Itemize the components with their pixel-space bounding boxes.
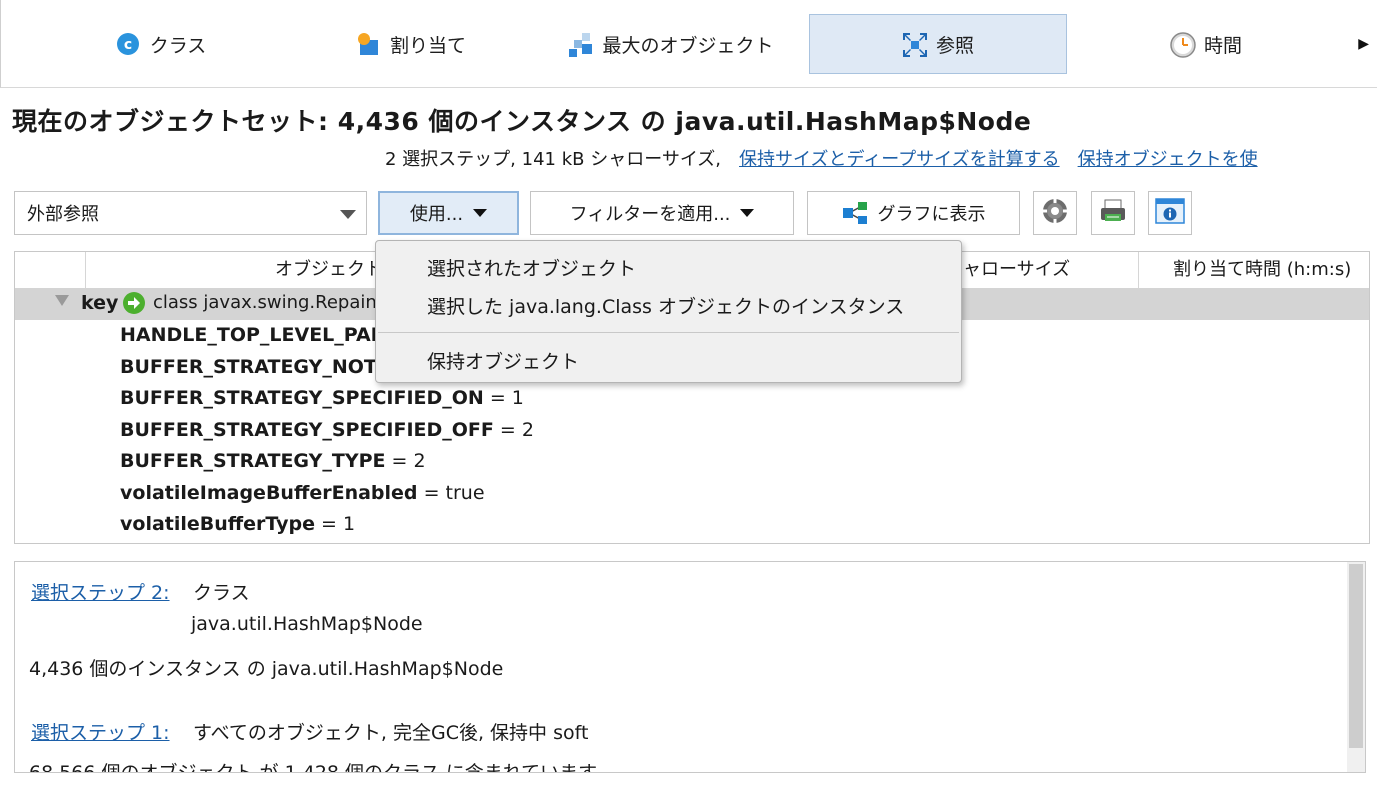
table-row[interactable]: volatileBufferType = 1 bbox=[120, 513, 355, 535]
field-value: = 2 bbox=[385, 450, 426, 472]
use-button[interactable]: 使用... bbox=[378, 191, 519, 235]
view-tab-bar: c クラス 割り当て 最大のオブジェクト 参照 時間 ▶ bbox=[0, 0, 1377, 88]
dropdown-arrow-icon bbox=[740, 209, 755, 217]
column-header-object[interactable]: オブジェクト bbox=[275, 252, 383, 288]
field-value: = true bbox=[417, 482, 485, 504]
menu-separator bbox=[378, 332, 959, 333]
gear-icon bbox=[1041, 197, 1069, 229]
printer-icon bbox=[1099, 197, 1127, 229]
tab-biggest-objects[interactable]: 最大のオブジェクト bbox=[541, 14, 801, 74]
table-row[interactable]: HANDLE_TOP_LEVEL_PAINT bbox=[120, 324, 407, 346]
apply-filter-button-label: フィルターを適用... bbox=[569, 204, 731, 225]
column-header-allocation-time[interactable]: 割り当て時間 (h:m:s) bbox=[1173, 252, 1351, 288]
menu-item-class-instances[interactable]: 選択した java.lang.Class オブジェクトのインスタンス bbox=[427, 292, 904, 319]
tab-time[interactable]: 時間 bbox=[1091, 14, 1321, 74]
field-value: = 1 bbox=[315, 513, 356, 535]
help-info-button[interactable] bbox=[1148, 191, 1192, 235]
selection-step-2-link[interactable]: 選択ステップ 2: bbox=[31, 578, 170, 605]
field-name: BUFFER_STRATEGY_SPECIFIED_OFF bbox=[120, 419, 494, 441]
step-1-summary: 68,566 個のオブジェクト が 1,428 個のクラス に含まれています bbox=[29, 762, 598, 773]
use-dropdown-menu: 選択されたオブジェクト 選択した java.lang.Class オブジェクトの… bbox=[375, 240, 962, 383]
tab-scroll-right-icon[interactable]: ▶ bbox=[1358, 36, 1369, 52]
field-name: volatileBufferType bbox=[120, 513, 316, 535]
field-name: volatileImageBufferEnabled bbox=[120, 482, 418, 504]
menu-item-selected-objects[interactable]: 選択されたオブジェクト bbox=[427, 254, 636, 281]
step-2-kind: クラス bbox=[193, 582, 250, 604]
field-value: = 1 bbox=[483, 387, 524, 409]
table-row[interactable]: BUFFER_STRATEGY_TYPE = 2 bbox=[120, 450, 426, 472]
tree-expand-icon[interactable] bbox=[55, 295, 69, 306]
tab-allocations[interactable]: 割り当て bbox=[291, 14, 531, 74]
table-row[interactable]: BUFFER_STRATEGY_SPECIFIED_OFF = 2 bbox=[120, 419, 534, 441]
table-row[interactable]: BUFFER_STRATEGY_SPECIFIED_ON = 1 bbox=[120, 387, 524, 409]
selection-summary: 2 選択ステップ, 141 kB シャローサイズ, bbox=[385, 149, 722, 170]
biggest-objects-icon bbox=[568, 32, 593, 57]
scrollbar-thumb[interactable] bbox=[1349, 564, 1363, 748]
selection-step-1-link[interactable]: 選択ステップ 1: bbox=[31, 718, 170, 745]
page-title: 現在のオブジェクトセット: 4,436 個のインスタンス の java.util… bbox=[12, 107, 1032, 136]
reference-view-select[interactable]: 外部参照 bbox=[14, 191, 367, 235]
step-2-class: java.util.HashMap$Node bbox=[191, 613, 423, 635]
dropdown-arrow-icon bbox=[473, 209, 488, 217]
info-window-icon bbox=[1155, 197, 1185, 229]
references-icon bbox=[902, 32, 927, 57]
tab-references[interactable]: 参照 bbox=[809, 14, 1067, 74]
show-in-graph-button-label: グラフに表示 bbox=[877, 204, 986, 225]
settings-button[interactable] bbox=[1033, 191, 1077, 235]
field-value: = 2 bbox=[493, 419, 534, 441]
calculate-sizes-link[interactable]: 保持サイズとディープサイズを計算する bbox=[739, 149, 1060, 170]
chevron-down-icon bbox=[340, 210, 356, 219]
allocation-icon bbox=[356, 32, 380, 56]
use-retained-objects-link[interactable]: 保持オブジェクトを使 bbox=[1078, 149, 1258, 170]
tab-classes-label: クラス bbox=[149, 34, 207, 57]
tab-biggest-objects-label: 最大のオブジェクト bbox=[602, 34, 774, 57]
field-name: BUFFER_STRATEGY_TYPE bbox=[120, 450, 386, 472]
print-button[interactable] bbox=[1091, 191, 1135, 235]
svg-text:c: c bbox=[124, 37, 132, 53]
menu-item-retained-objects[interactable]: 保持オブジェクト bbox=[427, 347, 579, 374]
table-row[interactable]: volatileImageBufferEnabled = true bbox=[120, 482, 485, 504]
arrow-right-icon bbox=[122, 291, 146, 320]
tab-allocations-label: 割り当て bbox=[389, 34, 466, 57]
step-1-description: すべてのオブジェクト, 完全GC後, 保持中 soft bbox=[193, 722, 589, 744]
apply-filter-button[interactable]: フィルターを適用... bbox=[530, 191, 794, 235]
clock-icon bbox=[1170, 32, 1196, 58]
graph-icon bbox=[842, 201, 868, 225]
step-2-summary: 4,436 個のインスタンス の java.util.HashMap$Node bbox=[29, 658, 504, 680]
column-header-shallow-size[interactable]: シャローサイズ bbox=[945, 252, 1070, 288]
field-name: BUFFER_STRATEGY_SPECIFIED_ON bbox=[120, 387, 484, 409]
tab-time-label: 時間 bbox=[1203, 34, 1242, 57]
show-in-graph-button[interactable]: グラフに表示 bbox=[807, 191, 1020, 235]
tab-references-label: 参照 bbox=[935, 34, 974, 57]
selection-info: 2 選択ステップ, 141 kB シャローサイズ, 保持サイズとディープサイズを計… bbox=[385, 145, 1258, 171]
reference-view-select-value: 外部参照 bbox=[27, 204, 99, 225]
row-key-label: key bbox=[81, 292, 119, 314]
tab-classes[interactable]: c クラス bbox=[41, 14, 281, 74]
selection-steps-panel: 選択ステップ 2: クラス java.util.HashMap$Node 4,4… bbox=[14, 561, 1366, 773]
vertical-scrollbar[interactable] bbox=[1347, 562, 1365, 772]
field-name: HANDLE_TOP_LEVEL_PAINT bbox=[120, 324, 407, 346]
class-c-icon: c bbox=[116, 32, 140, 56]
use-button-label: 使用... bbox=[409, 204, 464, 225]
